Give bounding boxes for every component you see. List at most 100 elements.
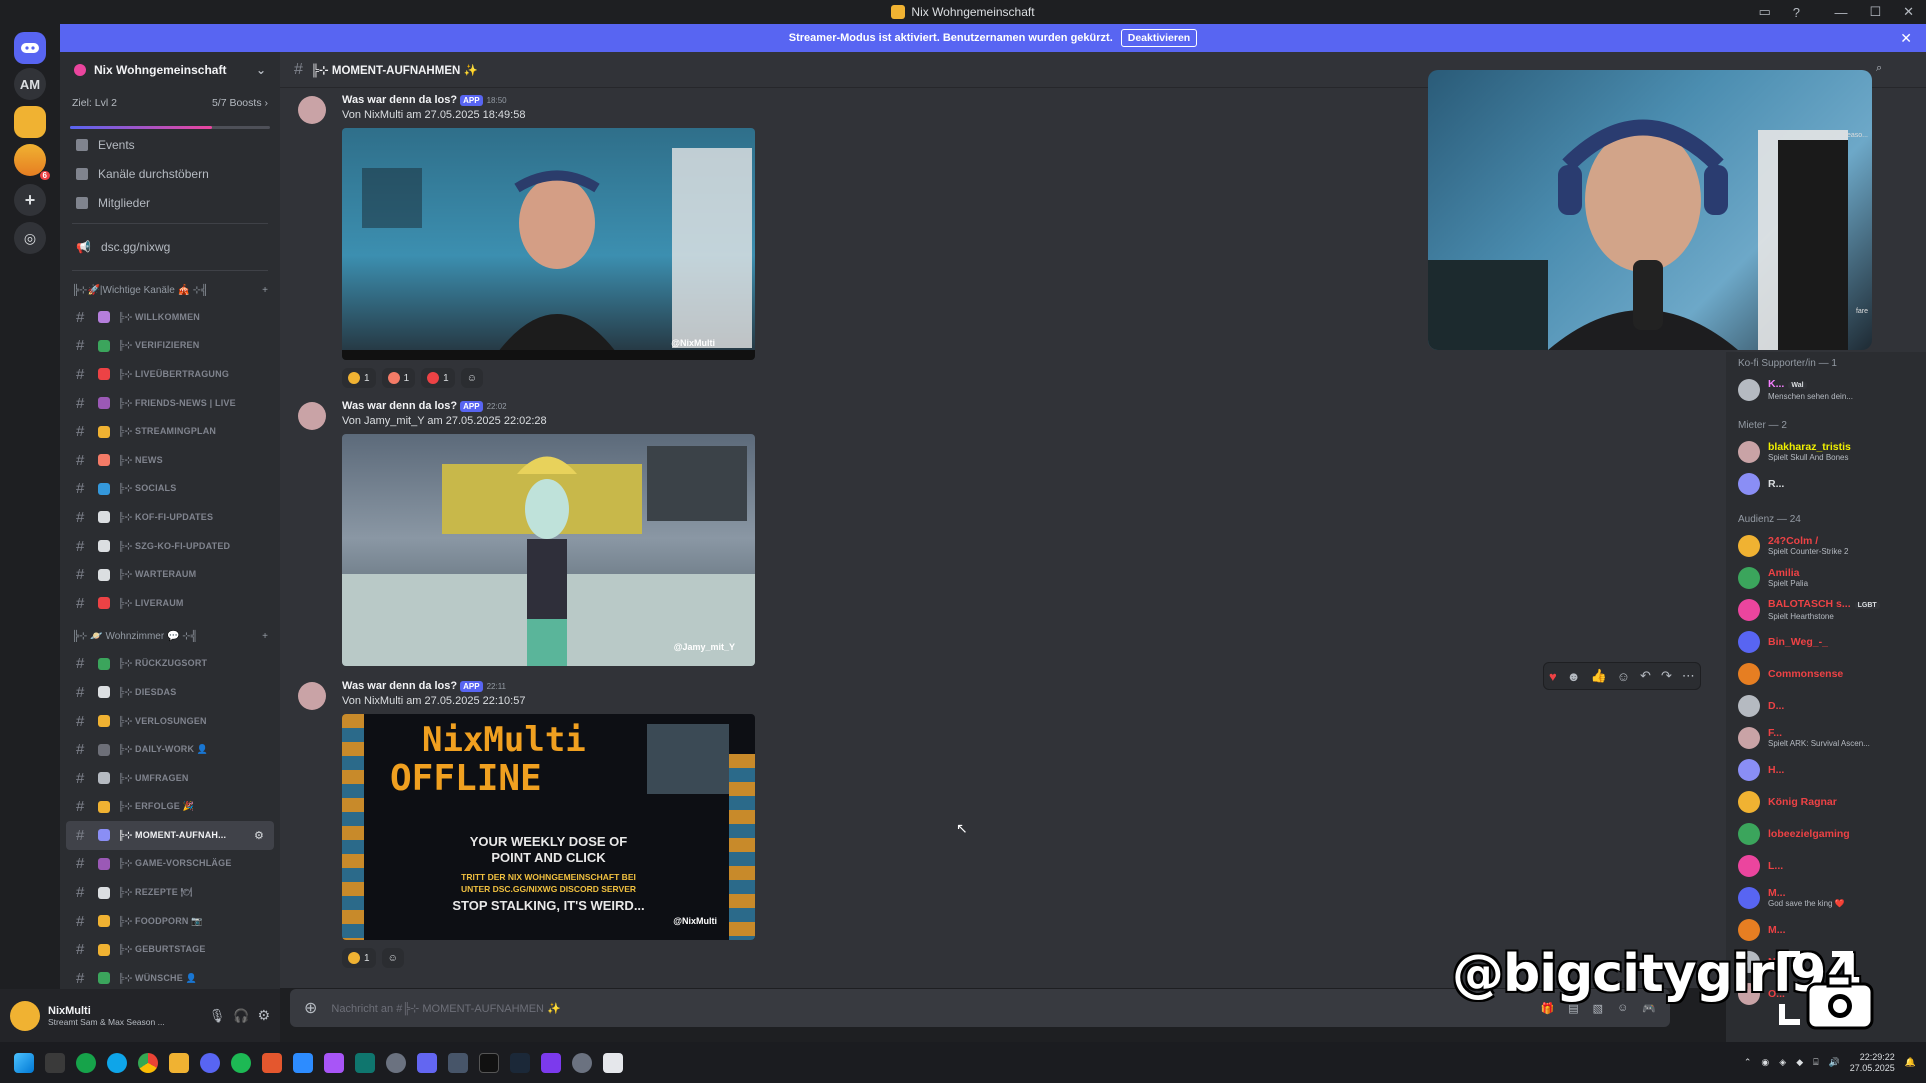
tray-chevron-icon[interactable]: ⌃ bbox=[1744, 1057, 1752, 1068]
channel-item[interactable]: # ╠⊹ FRIENDS-NEWS | LIVE bbox=[60, 389, 280, 418]
message-input[interactable]: Nachricht an #╠⊹ MOMENT-AUFNAHMEN ✨ bbox=[331, 1002, 1526, 1015]
avatar[interactable] bbox=[298, 402, 326, 430]
app-icon[interactable] bbox=[262, 1052, 282, 1073]
channel-item[interactable]: # ╠⊹ LIVERAUM bbox=[60, 589, 280, 618]
channel-item[interactable]: # ╠⊹ VERLOSUNGEN bbox=[60, 707, 280, 736]
member-item[interactable]: BALOTASCH s... LGBT Spielt Hearthstone bbox=[1726, 594, 1926, 626]
boost-goal[interactable]: Ziel: Lvl 2 5/7 Boosts › bbox=[60, 88, 280, 118]
tray-icon[interactable]: ◉ bbox=[1761, 1057, 1769, 1068]
more-icon[interactable]: ⋯ bbox=[1682, 668, 1695, 684]
avatar[interactable] bbox=[298, 682, 326, 710]
app-icon[interactable] bbox=[603, 1052, 623, 1073]
channel-item[interactable]: # ╠⊹ UMFRAGEN bbox=[60, 764, 280, 793]
server-nix-wohngemeinschaft[interactable] bbox=[14, 106, 46, 138]
spotify-icon[interactable] bbox=[231, 1052, 251, 1073]
channel-item[interactable]: # ╠⊹ ERFOLGE 🎉 bbox=[60, 793, 280, 822]
file-explorer-icon[interactable] bbox=[169, 1052, 189, 1073]
channel-item[interactable]: # ╠⊹ WÜNSCHE 👤 bbox=[60, 964, 280, 989]
member-item[interactable]: M... God save the king ❤️ bbox=[1726, 882, 1926, 914]
search-icon[interactable]: ⌕ bbox=[1876, 62, 1916, 78]
reaction[interactable]: 1 bbox=[421, 368, 455, 388]
volume-icon[interactable]: 🔊 bbox=[1829, 1057, 1840, 1068]
channel-item[interactable]: # ╠⊹ WILLKOMMEN bbox=[60, 303, 280, 332]
task-view-icon[interactable] bbox=[45, 1052, 65, 1073]
invite-channel[interactable]: 📢 dsc.gg/nixwg bbox=[60, 230, 280, 264]
thumbs-up-icon[interactable]: 👍 bbox=[1590, 668, 1606, 684]
author-name[interactable]: Was war denn da los? bbox=[342, 680, 457, 692]
channel-item[interactable]: # ╠⊹ MOMENT-AUFNAH... ⚙ bbox=[66, 821, 274, 850]
app-icon[interactable] bbox=[572, 1052, 592, 1073]
category-important[interactable]: ╠⊹🚀|Wichtige Kanäle 🎪 ⊹╣ + bbox=[60, 277, 280, 303]
discord-taskbar-icon[interactable] bbox=[200, 1052, 220, 1073]
member-item[interactable]: K... Wal Menschen sehen dein... bbox=[1726, 374, 1926, 406]
chrome-icon[interactable] bbox=[138, 1052, 158, 1073]
author-name[interactable]: Was war denn da los? bbox=[342, 400, 457, 412]
app-icon[interactable] bbox=[324, 1052, 344, 1073]
minimize-icon[interactable]: — bbox=[1834, 5, 1847, 20]
network-icon[interactable]: ⌸ bbox=[1813, 1057, 1818, 1068]
banner-close-icon[interactable]: ✕ bbox=[1900, 30, 1912, 47]
maximize-icon[interactable]: ☐ bbox=[1869, 4, 1881, 20]
channel-item[interactable]: # ╠⊹ SOCIALS bbox=[60, 475, 280, 504]
channel-item[interactable]: # ╠⊹ KOF-FI-UPDATES bbox=[60, 503, 280, 532]
reply-icon[interactable]: ↶ bbox=[1640, 668, 1651, 684]
close-icon[interactable]: ✕ bbox=[1903, 4, 1914, 20]
gear-icon[interactable]: ⚙ bbox=[257, 1007, 270, 1024]
avatar[interactable] bbox=[298, 96, 326, 124]
reaction[interactable]: 1 bbox=[381, 368, 416, 388]
notifications-icon[interactable]: 🔔 bbox=[1905, 1057, 1916, 1068]
channel-item[interactable]: # ╠⊹ DAILY-WORK 👤 bbox=[60, 735, 280, 764]
windows-start-icon[interactable] bbox=[14, 1052, 34, 1073]
member-item[interactable]: H... bbox=[1726, 754, 1926, 786]
add-reaction-button[interactable]: ☺ bbox=[381, 948, 404, 968]
edge-icon[interactable] bbox=[107, 1052, 127, 1073]
server-folder[interactable]: 6 bbox=[14, 144, 50, 180]
headphones-icon[interactable]: 🎧 bbox=[233, 1008, 249, 1024]
member-item[interactable]: Bin_Weg_-_ bbox=[1726, 626, 1926, 658]
clip-thumbnail[interactable]: @NixMulti bbox=[342, 128, 755, 360]
user-info[interactable]: NixMulti Streamt Sam & Max Season ... bbox=[48, 1005, 201, 1027]
nav-browse-channels[interactable]: Kanäle durchstöbern bbox=[60, 159, 280, 188]
add-reaction-icon[interactable]: ☺ bbox=[1617, 669, 1630, 684]
add-channel-icon[interactable]: + bbox=[262, 631, 268, 642]
member-item[interactable]: F... Spielt ARK: Survival Ascen... bbox=[1726, 722, 1926, 754]
add-server-icon[interactable]: + bbox=[14, 184, 46, 216]
tray-icon[interactable]: ◆ bbox=[1796, 1057, 1803, 1068]
app-icon[interactable] bbox=[448, 1052, 468, 1073]
heart-reaction-icon[interactable]: ♥ bbox=[1549, 669, 1557, 684]
clock[interactable]: 22:29:22 27.05.2025 bbox=[1850, 1052, 1895, 1074]
add-channel-icon[interactable]: + bbox=[262, 285, 268, 296]
user-initials-server[interactable]: AM bbox=[14, 68, 46, 100]
member-item[interactable]: blakharaz_tristis Spielt Skull And Bones bbox=[1726, 436, 1926, 468]
microphone-icon[interactable]: 🎙 bbox=[209, 1008, 226, 1024]
member-item[interactable]: Commonsense bbox=[1726, 658, 1926, 690]
xbox-icon[interactable] bbox=[76, 1052, 96, 1073]
channel-item[interactable]: # ╠⊹ REZEPTE 🍽 bbox=[60, 878, 280, 907]
clip-thumbnail[interactable]: NixMulti OFFLINE YOUR WEEKLY DOSE OF POI… bbox=[342, 714, 755, 940]
channel-item[interactable]: # ╠⊹ GEBURTSTAGE bbox=[60, 935, 280, 964]
steam-icon[interactable] bbox=[510, 1052, 530, 1073]
explore-icon[interactable]: ◎ bbox=[14, 222, 46, 254]
deactivate-button[interactable]: Deaktivieren bbox=[1120, 29, 1198, 47]
member-item[interactable]: 24?Colm / Spielt Counter-Strike 2 bbox=[1726, 530, 1926, 562]
add-reaction-button[interactable]: ☺ bbox=[460, 368, 483, 388]
discord-home-icon[interactable] bbox=[14, 32, 46, 64]
member-item[interactable]: L... bbox=[1726, 850, 1926, 882]
help-icon[interactable]: ? bbox=[1793, 5, 1800, 20]
member-item[interactable]: König Ragnar bbox=[1726, 786, 1926, 818]
server-header[interactable]: Nix Wohngemeinschaft ⌄ bbox=[60, 52, 280, 88]
channel-item[interactable]: # ╠⊹ RÜCKZUGSORT bbox=[60, 650, 280, 679]
inbox-icon[interactable]: ▭ bbox=[1758, 4, 1770, 20]
app-icon[interactable] bbox=[293, 1052, 313, 1073]
app-icon[interactable] bbox=[417, 1052, 437, 1073]
author-name[interactable]: Was war denn da los? bbox=[342, 94, 457, 106]
tiktok-icon[interactable] bbox=[479, 1052, 499, 1073]
channel-item[interactable]: # ╠⊹ STREAMINGPLAN bbox=[60, 417, 280, 446]
clip-thumbnail[interactable]: @Jamy_mit_Y bbox=[342, 434, 755, 666]
reaction[interactable]: 1 bbox=[342, 948, 376, 968]
channel-settings-icon[interactable]: ⚙ bbox=[254, 829, 264, 842]
avatar[interactable] bbox=[10, 1000, 40, 1031]
reaction[interactable]: 1 bbox=[342, 368, 376, 388]
add-attachment-icon[interactable]: ⊕ bbox=[304, 998, 317, 1018]
channel-item[interactable]: # ╠⊹ FOODPORN 📷 bbox=[60, 907, 280, 936]
